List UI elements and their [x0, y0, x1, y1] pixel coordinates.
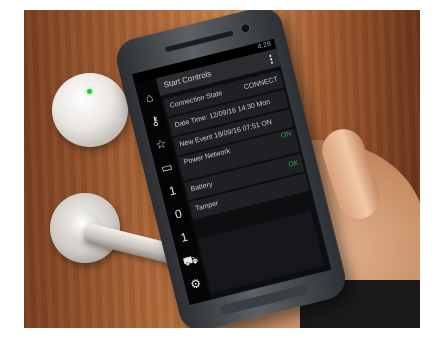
- row-label: Tamper: [194, 200, 220, 213]
- overflow-menu-icon[interactable]: [268, 53, 274, 65]
- number-1-icon[interactable]: 1: [176, 229, 193, 246]
- reader-status-led: [87, 89, 92, 94]
- number-1-icon[interactable]: 1: [164, 182, 181, 199]
- card-icon[interactable]: ▭: [158, 159, 175, 176]
- lock-reader-device: [52, 73, 128, 147]
- row-value: ON: [280, 130, 293, 140]
- number-0-icon[interactable]: 0: [170, 206, 187, 223]
- key-icon[interactable]: ⚷: [147, 112, 164, 129]
- photo-scene: 4:28 ⌂ ⚷ ☆ ▭ 1 0 1 ⛟ ⚙ Start Controls Co…: [0, 0, 436, 338]
- phone-speaker: [164, 30, 234, 53]
- phone-camera: [239, 22, 252, 35]
- star-icon[interactable]: ☆: [152, 136, 169, 153]
- home-icon[interactable]: ⌂: [141, 89, 158, 106]
- row-value: OK: [287, 159, 300, 169]
- row-label: Battery: [190, 181, 214, 194]
- car-icon[interactable]: ⛟: [181, 252, 199, 269]
- settings-icon[interactable]: ⚙: [187, 275, 204, 292]
